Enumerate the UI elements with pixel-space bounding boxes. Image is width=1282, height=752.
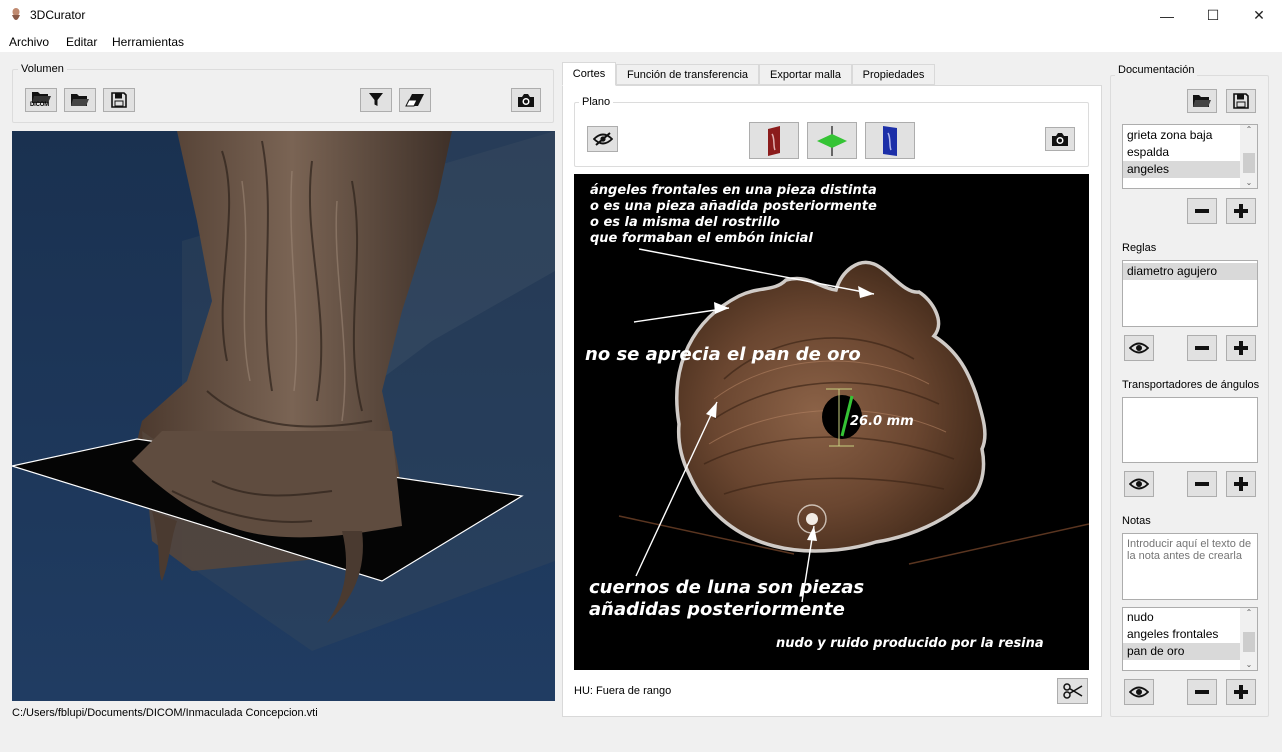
menu-bar (0, 31, 1282, 53)
maximize-button[interactable]: ☐ (1190, 0, 1236, 31)
annotation-horns: cuernos de luna son piezas añadidas post… (589, 577, 865, 620)
cut-button[interactable] (1057, 678, 1088, 704)
segments-list[interactable]: grieta zona baja espalda angeles ⌃ ⌄ (1122, 124, 1258, 189)
plane-group-label: Plano (579, 96, 614, 108)
scissors-icon (1062, 683, 1082, 699)
protractors-label: Transportadores de ángulos (1122, 379, 1260, 391)
close-button[interactable]: ✕ (1236, 0, 1282, 31)
add-protractor-button[interactable] (1226, 471, 1256, 497)
save-volume-button[interactable] (103, 88, 135, 112)
toggle-plane-visibility-button[interactable] (587, 126, 618, 152)
remove-note-button[interactable] (1187, 679, 1217, 705)
add-rule-button[interactable] (1226, 335, 1256, 361)
list-item[interactable]: espalda (1123, 144, 1257, 161)
sagittal-plane-icon (768, 125, 780, 156)
filter-icon (369, 93, 383, 106)
list-item[interactable]: diametro agujero (1123, 263, 1257, 280)
list-item[interactable]: pan de oro (1123, 643, 1240, 660)
minus-icon (1195, 690, 1209, 694)
hu-status: HU: Fuera de rango (574, 685, 672, 697)
volume-3d-viewport[interactable] (12, 131, 555, 701)
save-documentation-button[interactable] (1226, 89, 1256, 113)
list-item[interactable]: nudo (1123, 609, 1257, 626)
eye-icon (1129, 478, 1149, 490)
coronal-plane-button[interactable] (865, 122, 915, 159)
axial-plane-button[interactable] (807, 122, 857, 159)
annotation-angels: ángeles frontales en una pieza distinta … (590, 183, 877, 246)
volume-file-path: C:/Users/fblupi/Documents/DICOM/Inmacula… (12, 707, 318, 719)
remove-segment-button[interactable] (1187, 198, 1217, 224)
coronal-plane-icon (883, 125, 897, 156)
plus-icon (1234, 685, 1248, 699)
remove-rule-button[interactable] (1187, 335, 1217, 361)
note-text-input[interactable] (1122, 533, 1258, 600)
segments-scrollbar[interactable]: ⌃ ⌄ (1240, 125, 1257, 188)
plus-icon (1234, 204, 1248, 218)
add-note-button[interactable] (1226, 679, 1256, 705)
rules-list[interactable]: diametro agujero (1122, 260, 1258, 327)
remove-protractor-button[interactable] (1187, 471, 1217, 497)
tab-exportar-malla[interactable]: Exportar malla (759, 64, 852, 85)
documentation-label: Documentación (1115, 64, 1198, 76)
camera-icon (1052, 132, 1068, 146)
slice-screenshot-button[interactable] (1045, 127, 1075, 151)
slice-viewport[interactable]: ángeles frontales en una pieza distinta … (574, 174, 1089, 670)
protractors-list[interactable] (1122, 397, 1258, 463)
save-icon (1233, 93, 1249, 109)
annotation-gold-leaf: no se aprecia el pan de oro (585, 344, 861, 365)
plus-icon (1234, 477, 1248, 491)
notes-label: Notas (1122, 515, 1151, 527)
minus-icon (1195, 482, 1209, 486)
measure-label: 26.0 mm (850, 414, 914, 429)
eye-slash-icon (592, 132, 613, 146)
eye-icon (1129, 686, 1149, 698)
volume-screenshot-button[interactable] (511, 88, 541, 112)
minus-icon (1195, 209, 1209, 213)
toggle-rules-visibility-button[interactable] (1124, 335, 1154, 361)
sagittal-plane-button[interactable] (749, 122, 799, 159)
rules-label: Reglas (1122, 242, 1157, 254)
annotation-knot: nudo y ruido producido por la resina (776, 636, 1044, 651)
list-item[interactable]: angeles (1123, 161, 1240, 178)
axial-plane-icon (817, 125, 847, 156)
volume-render (12, 131, 555, 701)
volume-group-label: Volumen (18, 63, 67, 75)
eraser-icon (405, 94, 424, 107)
notes-scrollbar[interactable]: ⌃ ⌄ (1240, 608, 1257, 670)
eye-icon (1129, 342, 1149, 354)
open-dicom-icon: DICOM (30, 90, 52, 110)
app-icon (9, 7, 23, 23)
menu-editar[interactable]: Editar (66, 35, 97, 49)
window-title: 3DCurator (30, 8, 86, 22)
menu-herramientas[interactable]: Herramientas (112, 35, 184, 49)
open-folder-icon (71, 94, 89, 106)
toggle-protractors-visibility-button[interactable] (1124, 471, 1154, 497)
open-folder-icon (1193, 95, 1211, 107)
menu-archivo[interactable]: Archivo (9, 35, 49, 49)
minus-icon (1195, 346, 1209, 350)
filter-button[interactable] (360, 88, 392, 112)
tab-funcion-transferencia[interactable]: Función de transferencia (616, 64, 759, 85)
open-dicom-button[interactable]: DICOM (25, 88, 57, 112)
tab-propiedades[interactable]: Propiedades (852, 64, 935, 85)
toggle-notes-visibility-button[interactable] (1124, 679, 1154, 705)
title-bar (0, 0, 1282, 31)
tab-cortes[interactable]: Cortes (562, 62, 616, 86)
save-icon (111, 92, 127, 108)
minimize-button[interactable]: — (1144, 0, 1190, 31)
notes-list[interactable]: nudo angeles frontales pan de oro ⌃ ⌄ (1122, 607, 1258, 671)
open-volume-button[interactable] (64, 88, 96, 112)
list-item[interactable]: angeles frontales (1123, 626, 1257, 643)
list-item[interactable]: grieta zona baja (1123, 127, 1257, 144)
camera-icon (518, 93, 534, 107)
erase-button[interactable] (399, 88, 431, 112)
add-segment-button[interactable] (1226, 198, 1256, 224)
open-documentation-button[interactable] (1187, 89, 1217, 113)
plus-icon (1234, 341, 1248, 355)
